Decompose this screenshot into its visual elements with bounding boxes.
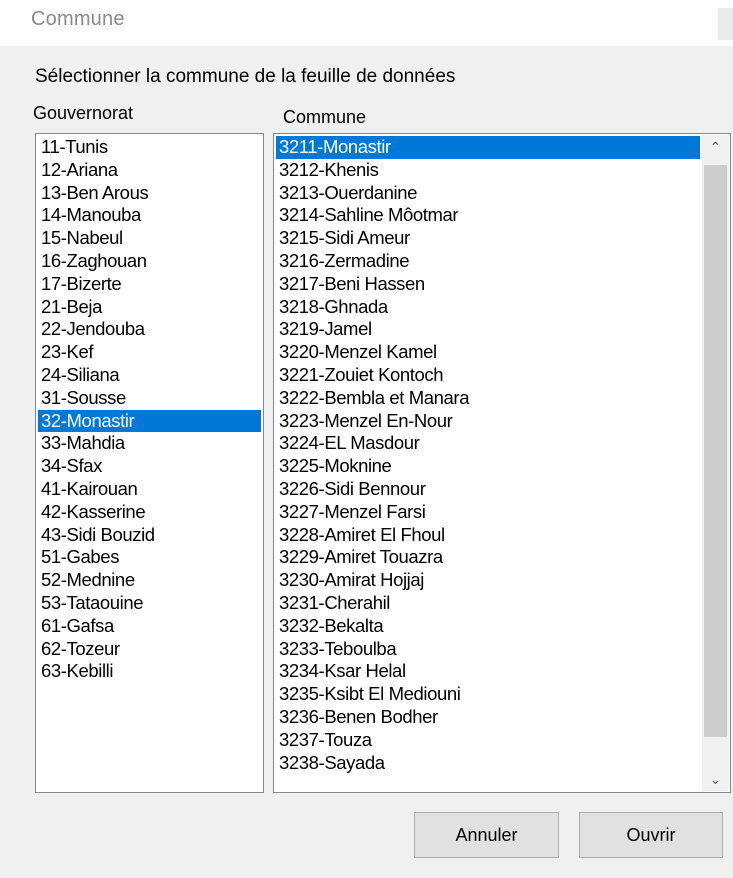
governorate-list-item[interactable]: 63-Kebilli bbox=[38, 660, 261, 683]
governorate-list-item[interactable]: 61-Gafsa bbox=[38, 615, 261, 638]
chevron-down-icon[interactable]: ⌄ bbox=[702, 767, 729, 791]
governorate-list-item[interactable]: 33-Mahdia bbox=[38, 432, 261, 455]
scrollbar-thumb[interactable] bbox=[704, 165, 727, 737]
commune-list-item[interactable]: 3238-Sayada bbox=[276, 752, 700, 775]
commune-list-item[interactable]: 3223-Menzel En-Nour bbox=[276, 410, 700, 433]
governorate-list-item[interactable]: 17-Bizerte bbox=[38, 273, 261, 296]
commune-list-item[interactable]: 3218-Ghnada bbox=[276, 296, 700, 319]
governorate-list-item[interactable]: 43-Sidi Bouzid bbox=[38, 524, 261, 547]
governorate-list-item[interactable]: 32-Monastir bbox=[38, 409, 261, 433]
commune-list-item[interactable]: 3236-Benen Bodher bbox=[276, 706, 700, 729]
commune-scrollbar[interactable]: ⌃ ⌄ bbox=[702, 135, 729, 791]
governorate-list-item[interactable]: 11-Tunis bbox=[38, 136, 261, 159]
governorate-list-item[interactable]: 34-Sfax bbox=[38, 455, 261, 478]
title-bar: Commune bbox=[0, 0, 733, 46]
governorate-items: 11-Tunis 12-Ariana 13-Ben Arous 14-Manouba 1… bbox=[38, 136, 261, 683]
commune-list-item[interactable]: 3233-Teboulba bbox=[276, 638, 700, 661]
commune-list-item[interactable]: 3217-Beni Hassen bbox=[276, 273, 700, 296]
commune-list-item[interactable]: 3227-Menzel Farsi bbox=[276, 501, 700, 524]
commune-list-item[interactable]: 3215-Sidi Ameur bbox=[276, 227, 700, 250]
commune-list-item[interactable]: 3235-Ksibt El Mediouni bbox=[276, 683, 700, 706]
commune-list-item[interactable]: 3225-Moknine bbox=[276, 455, 700, 478]
governorate-list-item[interactable]: 41-Kairouan bbox=[38, 478, 261, 501]
commune-list-item[interactable]: 3234-Ksar Helal bbox=[276, 660, 700, 683]
governorate-list-item[interactable]: 42-Kasserine bbox=[38, 501, 261, 524]
governorate-label: Gouvernorat bbox=[33, 103, 134, 123]
governorate-list-item[interactable]: 24-Siliana bbox=[38, 364, 261, 387]
governorate-list-item[interactable]: 21-Beja bbox=[38, 296, 261, 319]
open-button[interactable]: Ouvrir bbox=[579, 812, 723, 858]
commune-list-item[interactable]: 3213-Ouerdanine bbox=[276, 182, 700, 205]
governorate-list-item[interactable]: 23-Kef bbox=[38, 341, 261, 364]
commune-list-item[interactable]: 3219-Jamel bbox=[276, 318, 700, 341]
governorate-list-item[interactable]: 51-Gabes bbox=[38, 546, 261, 569]
commune-list-item[interactable]: 3237-Touza bbox=[276, 729, 700, 752]
chevron-up-icon[interactable]: ⌃ bbox=[702, 135, 729, 159]
commune-listbox[interactable]: 3211-Monastir 3212-Khenis 3213-Ouerdanine 3… bbox=[273, 133, 731, 793]
governorate-list-item[interactable]: 15-Nabeul bbox=[38, 227, 261, 250]
governorate-list-item[interactable]: 13-Ben Arous bbox=[38, 182, 261, 205]
commune-list-item[interactable]: 3226-Sidi Bennour bbox=[276, 478, 700, 501]
commune-list-item[interactable]: 3229-Amiret Touazra bbox=[276, 546, 700, 569]
governorate-list-item[interactable]: 14-Manouba bbox=[38, 204, 261, 227]
commune-list-item[interactable]: 3221-Zouiet Kontoch bbox=[276, 364, 700, 387]
governorate-list-item[interactable]: 31-Sousse bbox=[38, 387, 261, 410]
commune-label: Commune bbox=[283, 107, 367, 127]
commune-list-item[interactable]: 3231-Cherahil bbox=[276, 592, 700, 615]
governorate-list-item[interactable]: 53-Tataouine bbox=[38, 592, 261, 615]
commune-list-item[interactable]: 3211-Monastir bbox=[276, 136, 700, 159]
governorate-list-item[interactable]: 22-Jendouba bbox=[38, 318, 261, 341]
title-bar-button-edge[interactable] bbox=[718, 8, 733, 40]
commune-list-item[interactable]: 3228-Amiret El Fhoul bbox=[276, 524, 700, 547]
commune-list-item[interactable]: 3232-Bekalta bbox=[276, 615, 700, 638]
governorate-list-item[interactable]: 52-Mednine bbox=[38, 569, 261, 592]
governorate-listbox[interactable]: 11-Tunis 12-Ariana 13-Ben Arous 14-Manouba 1… bbox=[35, 133, 264, 793]
window-title: Commune bbox=[31, 8, 125, 30]
commune-list-item[interactable]: 3224-EL Masdour bbox=[276, 432, 700, 455]
dialog-prompt: Sélectionner la commune de la feuille de… bbox=[35, 66, 456, 87]
governorate-list-item[interactable]: 12-Ariana bbox=[38, 159, 261, 182]
commune-list-item[interactable]: 3216-Zermadine bbox=[276, 250, 700, 273]
commune-list-item[interactable]: 3212-Khenis bbox=[276, 159, 700, 182]
commune-list-item[interactable]: 3230-Amirat Hojjaj bbox=[276, 569, 700, 592]
commune-items: 3211-Monastir 3212-Khenis 3213-Ouerdanine 3… bbox=[276, 136, 700, 774]
commune-list-item[interactable]: 3222-Bembla et Manara bbox=[276, 387, 700, 410]
commune-list-item[interactable]: 3220-Menzel Kamel bbox=[276, 341, 700, 364]
commune-list-item[interactable]: 3214-Sahline Môotmar bbox=[276, 204, 700, 227]
governorate-list-item[interactable]: 62-Tozeur bbox=[38, 638, 261, 661]
cancel-button[interactable]: Annuler bbox=[414, 812, 559, 858]
governorate-list-item[interactable]: 16-Zaghouan bbox=[38, 250, 261, 273]
